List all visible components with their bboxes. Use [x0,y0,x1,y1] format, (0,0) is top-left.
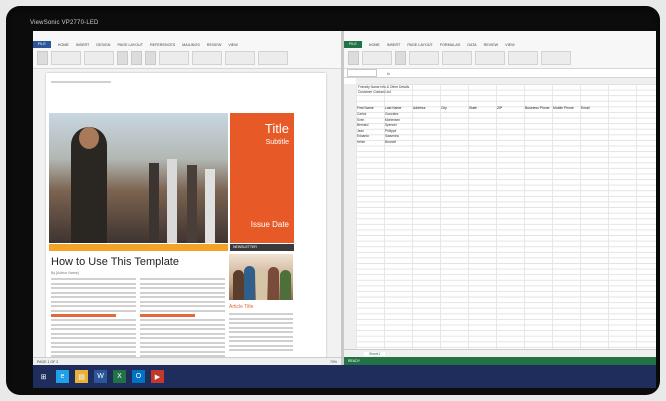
alignment-group[interactable] [409,51,439,65]
accent-band [49,244,228,251]
excel-tab-data[interactable]: DATA [467,43,476,47]
word-icon[interactable]: W [94,370,107,383]
word-window: FILE HOME INSERT DESIGN PAGE LAYOUT REFERENCE… [33,31,341,365]
column-header[interactable]: Business Phone [524,106,552,110]
caption-band: NEWSLETTER [230,244,294,251]
conditional-format-group[interactable] [475,51,505,65]
excel-tab-home[interactable]: HOME [369,43,380,47]
taskbar: ⊞ e ▤ W X O ▶ [33,365,656,388]
group-photo[interactable] [229,254,293,300]
excel-icon[interactable]: X [113,370,126,383]
italic-button[interactable] [131,51,142,65]
excel-font-dropdown[interactable] [362,51,392,65]
excel-tab-page-layout[interactable]: PAGE LAYOUT [407,43,432,47]
explorer-icon[interactable]: ▤ [75,370,88,383]
title-block[interactable]: Title Subtitle Issue Date [230,113,294,243]
table-header-row[interactable]: First Name Last Name Address City State ZIP Bu… [356,106,608,110]
excel-ready-status: READY [348,359,361,363]
bold-button[interactable] [117,51,128,65]
excel-status-bar: READY [344,357,656,365]
word-tab-design[interactable]: DESIGN [96,43,110,47]
body-text-col1[interactable] [51,278,136,360]
excel-tab-view[interactable]: VIEW [505,43,514,47]
excel-title-bar [344,31,656,41]
column-header[interactable]: Email [580,106,608,110]
newsletter-subtitle[interactable]: Subtitle [266,139,289,146]
paragraph-group[interactable] [159,51,189,65]
excel-paste-button[interactable] [348,51,359,65]
word-ribbon [33,48,341,69]
excel-ribbon [344,48,656,69]
excel-tab-insert[interactable]: INSERT [387,43,400,47]
issue-date[interactable]: Issue Date [251,220,289,229]
cells-group[interactable] [508,51,538,65]
sheet-tabs-bar: Sheet1 [344,349,656,357]
table-row[interactable] [356,336,656,342]
ie-icon[interactable]: e [56,370,69,383]
author-line[interactable]: By [Author Name] [51,271,79,275]
word-tab-file[interactable]: FILE [33,41,51,48]
sheet-info-line-2[interactable]: Customer Contact List [358,90,409,95]
word-tab-insert[interactable]: INSERT [76,43,89,47]
article-title[interactable]: Article Title [229,304,253,310]
excel-tab-review[interactable]: REVIEW [484,43,499,47]
word-status-bar: PAGE 1 OF 2 70% [33,357,341,365]
column-header[interactable]: ZIP [496,106,524,110]
spreadsheet-grid[interactable]: Friendly Name Info & Other Details Custo… [356,84,656,356]
excel-ribbon-tabs: FILE HOME INSERT PAGE LAYOUT FORMULAS DATA REV… [344,41,656,48]
underline-button[interactable] [145,51,156,65]
word-tab-home[interactable]: HOME [58,43,69,47]
paste-button[interactable] [37,51,48,65]
fx-icon[interactable]: fx [387,71,390,76]
font-size-dropdown[interactable] [84,51,114,65]
excel-window: FILE HOME INSERT PAGE LAYOUT FORMULAS DATA REV… [344,31,656,365]
sidebar-text[interactable] [229,313,293,354]
column-header[interactable]: Mobile Phone [552,106,580,110]
word-ribbon-tabs: FILE HOME INSERT DESIGN PAGE LAYOUT REFERENCE… [33,41,341,48]
font-name-dropdown[interactable] [51,51,81,65]
screen: FILE HOME INSERT DESIGN PAGE LAYOUT REFERENCE… [33,31,656,388]
column-header[interactable]: Address [412,106,440,110]
word-title-bar [33,31,341,41]
word-tab-review[interactable]: REVIEW [207,43,222,47]
excel-bold-button[interactable] [395,51,406,65]
number-format-group[interactable] [442,51,472,65]
editing-group[interactable] [258,51,288,65]
windows-logo-icon[interactable]: ⊞ [37,370,50,383]
document-page[interactable]: Title Subtitle Issue Date NEWSLETTER How… [46,73,326,363]
column-header[interactable]: Last Name [384,106,412,110]
excel-tab-formulas[interactable]: FORMULAS [440,43,461,47]
zoom-level[interactable]: 70% [330,360,337,364]
body-text-col2[interactable] [140,278,225,360]
caption-band-label: NEWSLETTER [233,245,257,249]
table-body[interactable]: Carlos Gonzalez Sven Mortensen Bernard Spence… [356,112,656,341]
formula-bar: fx [344,69,656,78]
newsletter-title[interactable]: Title [265,121,289,136]
article-heading[interactable]: How to Use This Template [51,256,179,268]
word-tab-page-layout[interactable]: PAGE LAYOUT [117,43,142,47]
table-cell[interactable]: Bennett [384,140,412,146]
name-box[interactable] [347,69,377,77]
sheet-tab[interactable]: Sheet1 [364,351,386,356]
monitor-bezel: ViewSonic VP2770-LED FILE HOME INSERT DESIG… [6,6,660,395]
monitor-brand: ViewSonic VP2770-LED [30,20,99,26]
table-cell[interactable]: Helen [356,140,384,146]
media-icon[interactable]: ▶ [151,370,164,383]
word-tab-view[interactable]: VIEW [228,43,237,47]
page-count[interactable]: PAGE 1 OF 2 [37,360,58,364]
cover-photo[interactable] [49,113,228,243]
word-tab-references[interactable]: REFERENCES [150,43,175,47]
excel-tab-file[interactable]: FILE [344,41,362,48]
outlook-icon[interactable]: O [132,370,145,383]
column-header[interactable]: City [440,106,468,110]
word-tab-mailings[interactable]: MAILINGS [182,43,200,47]
excel-editing-group[interactable] [541,51,571,65]
styles-gallery-2[interactable] [225,51,255,65]
column-header[interactable]: State [468,106,496,110]
column-header[interactable]: First Name [356,106,384,110]
document-area[interactable]: Title Subtitle Issue Date NEWSLETTER How… [33,69,341,363]
styles-gallery[interactable] [192,51,222,65]
